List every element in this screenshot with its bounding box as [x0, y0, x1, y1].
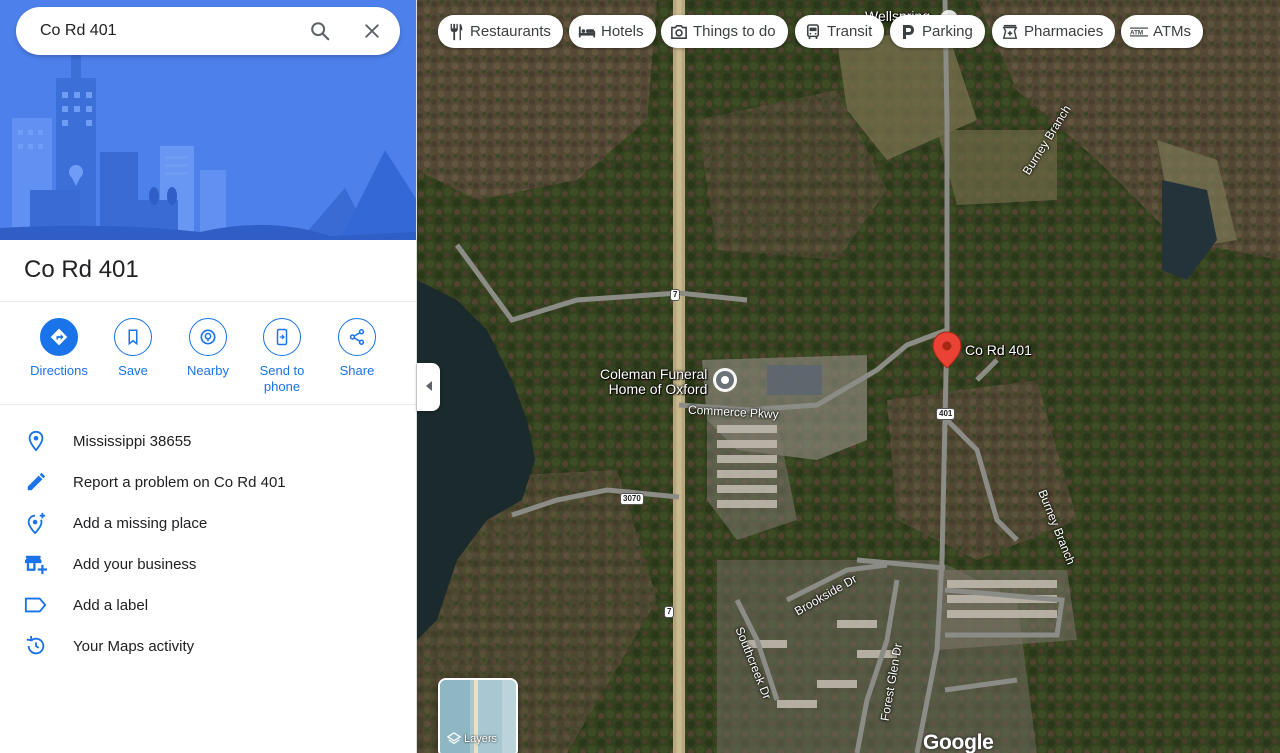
share-label: Share [339, 363, 375, 378]
chip-label: Things to do [693, 23, 776, 40]
chip-pharmacies[interactable]: Pharmacies [992, 15, 1116, 48]
send-to-phone-icon [263, 318, 301, 356]
caret-left-icon [425, 378, 433, 396]
layers-label: Layers [447, 732, 497, 746]
atm-icon: ATM [1130, 23, 1148, 41]
add-business-text: Add your business [73, 555, 197, 573]
address-text: Mississippi 38655 [73, 432, 192, 450]
layers-icon [447, 732, 461, 746]
nearby-button[interactable]: Nearby [171, 318, 245, 379]
side-panel: Co Rd 401 Directions Save Nearby Send to… [0, 0, 417, 753]
search-box[interactable] [16, 7, 400, 55]
add-label-row[interactable]: Add a label [0, 585, 416, 625]
search-input[interactable] [40, 20, 290, 42]
chip-hotels[interactable]: Hotels [569, 15, 656, 48]
directions-button[interactable]: Directions [22, 318, 96, 379]
search-icon[interactable] [308, 19, 332, 43]
place-title: Co Rd 401 [24, 256, 139, 283]
google-logo: Google [923, 731, 994, 753]
chip-label: Pharmacies [1024, 23, 1104, 40]
route-shield-7: 7 [670, 289, 681, 301]
add-business-row[interactable]: Add your business [0, 544, 416, 584]
history-icon [24, 634, 48, 658]
nearby-label: Nearby [187, 363, 229, 378]
layers-text: Layers [464, 733, 498, 745]
directions-label: Directions [30, 363, 88, 378]
send-to-phone-button[interactable]: Send to phone [245, 318, 319, 395]
send-to-phone-label: Send to phone [259, 363, 305, 394]
route-shield-3070: 3070 [620, 493, 644, 505]
maps-activity-text: Your Maps activity [73, 637, 195, 655]
add-location-icon [24, 511, 48, 535]
directions-icon [40, 318, 78, 356]
save-label: Save [118, 363, 148, 378]
report-problem-text: Report a problem on Co Rd 401 [73, 473, 286, 491]
address-row[interactable]: Mississippi 38655 [0, 421, 416, 461]
layers-button[interactable]: Layers [438, 678, 518, 753]
add-business-icon [24, 552, 48, 576]
map-canvas[interactable]: Wellspring Co Rd 401 Coleman Funeral Hom… [417, 0, 1280, 753]
chip-label: Parking [922, 23, 973, 40]
chip-label: ATMs [1153, 23, 1192, 40]
poi-label-line1: Coleman Funeral [600, 366, 708, 382]
poi-label-line2: Home of Oxford [608, 381, 708, 397]
chip-atms[interactable]: ATM ATMs [1121, 15, 1204, 48]
chip-label: Restaurants [470, 23, 551, 40]
satellite-imagery [417, 0, 1280, 753]
nearby-icon [189, 318, 227, 356]
parking-icon [899, 23, 917, 41]
chip-label: Hotels [601, 23, 644, 40]
pencil-icon [24, 470, 48, 494]
share-icon [338, 318, 376, 356]
route-shield-401: 401 [936, 408, 956, 420]
report-problem-row[interactable]: Report a problem on Co Rd 401 [0, 462, 416, 502]
bookmark-icon [114, 318, 152, 356]
bus-icon [804, 23, 822, 41]
bed-icon [578, 23, 596, 41]
add-missing-place-row[interactable]: Add a missing place [0, 503, 416, 543]
share-button[interactable]: Share [320, 318, 394, 379]
chip-parking[interactable]: Parking [890, 15, 985, 48]
save-button[interactable]: Save [96, 318, 170, 379]
maps-activity-row[interactable]: Your Maps activity [0, 626, 416, 666]
fork-knife-icon [447, 23, 465, 41]
chip-label: Transit [827, 23, 873, 40]
camera-icon [670, 23, 688, 41]
label-icon [24, 593, 48, 617]
chip-things-to-do[interactable]: Things to do [661, 15, 788, 48]
add-label-text: Add a label [73, 596, 149, 614]
pharmacy-icon [1001, 23, 1019, 41]
collapse-panel-button[interactable] [417, 363, 440, 411]
pin-label[interactable]: Co Rd 401 [965, 342, 1032, 358]
divider [0, 301, 416, 302]
divider [0, 404, 416, 405]
chip-transit[interactable]: Transit [795, 15, 885, 48]
poi-label[interactable]: Coleman Funeral Home of Oxford [600, 367, 707, 397]
close-icon[interactable] [360, 19, 384, 43]
add-missing-place-text: Add a missing place [73, 514, 208, 532]
location-pin-icon [24, 429, 48, 453]
route-shield-7: 7 [664, 606, 675, 618]
chip-restaurants[interactable]: Restaurants [438, 15, 563, 48]
